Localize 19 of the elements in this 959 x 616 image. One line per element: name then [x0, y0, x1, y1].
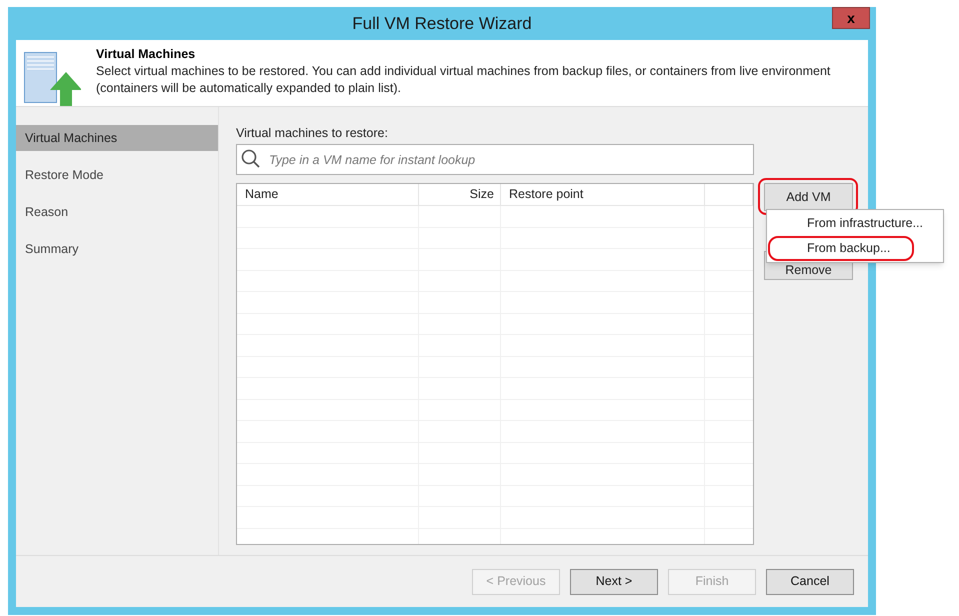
- header-title: Virtual Machines: [96, 46, 196, 63]
- step-item[interactable]: Virtual Machines: [16, 125, 218, 151]
- wizard-button[interactable]: Next >: [570, 568, 658, 594]
- step-item[interactable]: Reason: [16, 199, 218, 225]
- list-label: Virtual machines to restore:: [236, 125, 389, 142]
- column-header[interactable]: Size: [419, 184, 501, 205]
- search-icon: [241, 149, 261, 169]
- header-description: Select virtual machines to be restored. You can add individual virtual machines from backup files, or containers from live environment (containers will be automatically expanded to plain list).: [96, 63, 832, 97]
- wizard-button[interactable]: Cancel: [766, 568, 854, 594]
- search-field[interactable]: Type in a VM name for instant lookup: [236, 144, 754, 175]
- menu-item[interactable]: From backup...: [768, 236, 914, 261]
- menu-item[interactable]: From infrastructure...: [768, 211, 940, 236]
- side-button[interactable]: Add VM: [764, 183, 853, 211]
- step-item[interactable]: Summary: [16, 236, 218, 262]
- column-header[interactable]: Restore point: [501, 184, 705, 205]
- window-title: Full VM Restore Wizard: [352, 12, 532, 35]
- column-header[interactable]: Name: [237, 184, 419, 205]
- step-item[interactable]: Restore Mode: [16, 162, 218, 188]
- close-button[interactable]: x: [832, 7, 870, 29]
